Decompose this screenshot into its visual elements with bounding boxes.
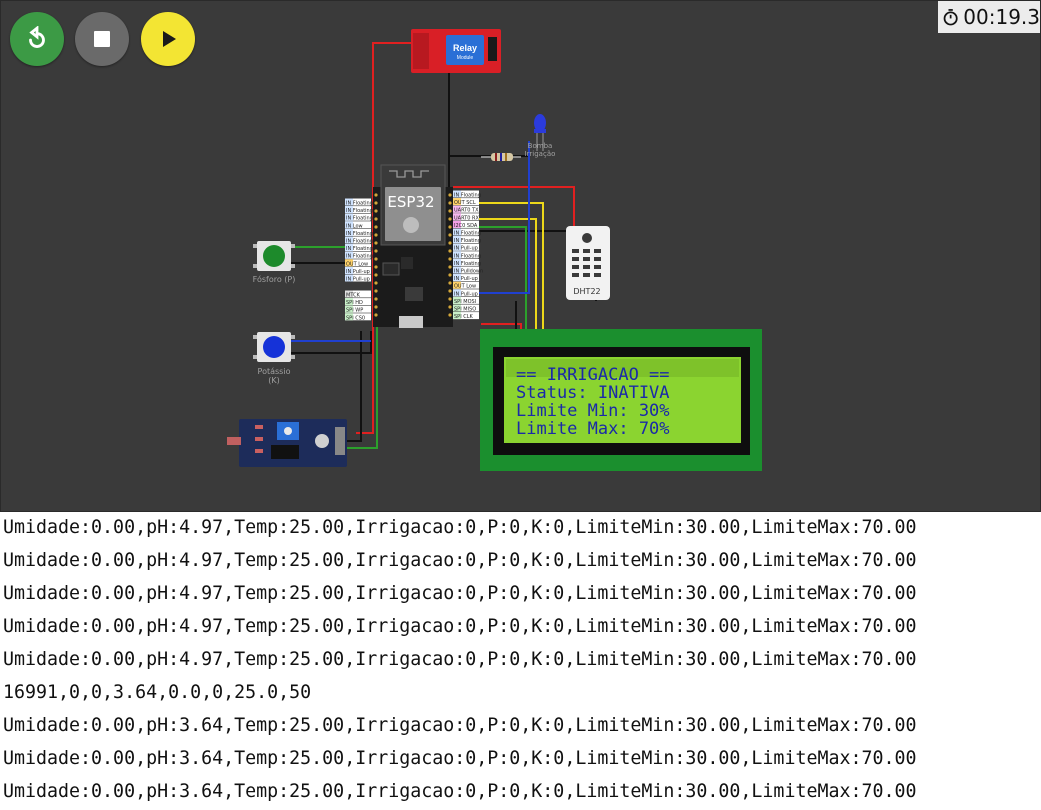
serial-line: Umidade:0.00,pH:4.97,Temp:25.00,Irrigaca… — [3, 583, 917, 604]
play-button[interactable] — [141, 12, 195, 66]
serial-line: Umidade:0.00,pH:4.97,Temp:25.00,Irrigaca… — [3, 517, 917, 538]
play-icon — [163, 31, 176, 47]
button-k-label-line2: (K) — [268, 376, 280, 385]
lcd-line-3: Limite Min: 30% — [516, 401, 670, 421]
esp32-pin-label: IN Floating — [454, 238, 481, 244]
stop-icon — [94, 31, 110, 47]
stopwatch-icon — [943, 9, 958, 26]
esp32-pin-label: IN Pull-up — [454, 291, 478, 297]
simulation-timer: 00:19.3 — [938, 1, 1040, 33]
esp32-label: ESP32 — [387, 193, 434, 211]
esp32-pin-label: IN Floating — [346, 231, 373, 237]
serial-line: Umidade:0.00,pH:3.64,Temp:25.00,Irrigaca… — [3, 715, 917, 736]
esp32-pin-label: SPI MOSI — [454, 299, 476, 305]
button-p-label: Fósforo (P) — [253, 274, 296, 284]
serial-line: 16991,0,0,3.64,0.0,0,25.0,50 — [3, 682, 312, 703]
esp32-pin-label: IN Floating — [454, 261, 481, 267]
serial-monitor[interactable]: Umidade:0.00,pH:4.97,Temp:25.00,Irrigaca… — [0, 512, 1041, 810]
esp32-pin-label: SPI WP — [346, 308, 363, 314]
relay-module[interactable]: Relay Module — [411, 29, 501, 73]
esp32-pin-label: SPI HD — [346, 300, 363, 306]
esp32-pin-label: MTCK — [346, 293, 361, 299]
esp32-pin-label: IN Floating — [454, 253, 481, 259]
led-label-line1: Bomba — [528, 142, 553, 150]
relay-title: Relay — [453, 43, 477, 53]
serial-line: Umidade:0.00,pH:4.97,Temp:25.00,Irrigaca… — [3, 649, 917, 670]
esp32-pin-label: IN Pull-up — [454, 276, 478, 282]
wire-black-led — [449, 141, 530, 157]
esp32-pin-label: OUT SCL — [454, 200, 476, 206]
esp32-pin-label: I2C0 SDA — [454, 223, 478, 229]
esp32-pin-label: SPI MISO — [454, 307, 476, 313]
timer-value: 00:19.3 — [963, 5, 1040, 29]
esp32-pin-label: IN Pulldown — [454, 269, 483, 275]
esp32-pin-label: IN Floating — [346, 254, 373, 260]
esp32-pin-label: SPI CS0 — [346, 315, 365, 321]
esp32-board[interactable]: ESP32 IN FloatingIN FloatingIN FloatingI… — [345, 164, 483, 328]
esp32-pin-label: IN Low — [346, 223, 363, 229]
lcd-line-4: Limite Max: 70% — [516, 419, 670, 439]
relay-subtitle: Module — [457, 55, 474, 61]
dht-label: DHT22 — [573, 287, 600, 296]
lcd-line-2: Status: INATIVA — [516, 383, 670, 403]
led-bomba[interactable]: Bomba Irrigação — [525, 114, 556, 158]
pushbutton-potassio[interactable]: Potássio (K) — [253, 332, 295, 385]
serial-line: Umidade:0.00,pH:4.97,Temp:25.00,Irrigaca… — [3, 550, 917, 571]
esp32-pin-label: IN Pull-up — [346, 269, 370, 275]
esp32-pin-label: IN Floating — [454, 193, 481, 199]
serial-line: Umidade:0.00,pH:3.64,Temp:25.00,Irrigaca… — [3, 781, 917, 802]
esp32-pin-label: UART0 RX — [454, 215, 479, 221]
serial-line: Umidade:0.00,pH:4.97,Temp:25.00,Irrigaca… — [3, 616, 917, 637]
esp32-right-pin-labels: IN FloatingOUT SCLUART0 TXUART0 RXI2C0 S… — [453, 190, 483, 320]
led-label-line2: Irrigação — [525, 150, 556, 158]
esp32-pin-label: OUT Low — [346, 261, 368, 267]
resistor[interactable] — [481, 153, 521, 161]
esp32-pin-label: IN Floating — [346, 216, 373, 222]
esp32-pin-label: IN Pull-up — [454, 246, 478, 252]
sensor-module[interactable] — [227, 419, 347, 467]
esp32-left-pin-labels: IN FloatingIN FloatingIN FloatingIN LowI… — [345, 198, 373, 321]
esp32-pin-label: IN Floating — [346, 208, 373, 214]
esp32-pin-label: IN Pull-up — [346, 277, 370, 283]
lcd-display[interactable]: == IRRIGACAO == Status: INATIVA Limite M… — [480, 329, 762, 471]
serial-line: Umidade:0.00,pH:3.64,Temp:25.00,Irrigaca… — [3, 748, 917, 769]
esp32-pin-label: IN Floating — [346, 246, 373, 252]
dht22-sensor[interactable]: DHT22 — [566, 226, 610, 300]
pushbutton-fosforo[interactable]: Fósforo (P) — [253, 241, 296, 284]
esp32-pin-label: IN Floating — [346, 239, 373, 245]
restart-button[interactable] — [10, 12, 64, 66]
lcd-line-1: == IRRIGACAO == — [516, 365, 670, 385]
esp32-pin-label: UART0 TX — [454, 208, 479, 214]
button-k-label-line1: Potássio — [258, 367, 291, 376]
restart-icon — [29, 26, 45, 48]
esp32-pin-label: SPI CLK — [454, 314, 474, 320]
simulation-canvas[interactable]: Relay Module Bomba Irrigação ESP32 IN Fl… — [0, 0, 1041, 512]
circuit-diagram: Relay Module Bomba Irrigação ESP32 IN Fl… — [227, 29, 762, 471]
esp32-pin-label: OUT Low — [454, 284, 476, 290]
stop-button[interactable] — [75, 12, 129, 66]
esp32-pin-label: IN Floating — [346, 201, 373, 207]
esp32-pin-label: IN Floating — [454, 231, 481, 237]
